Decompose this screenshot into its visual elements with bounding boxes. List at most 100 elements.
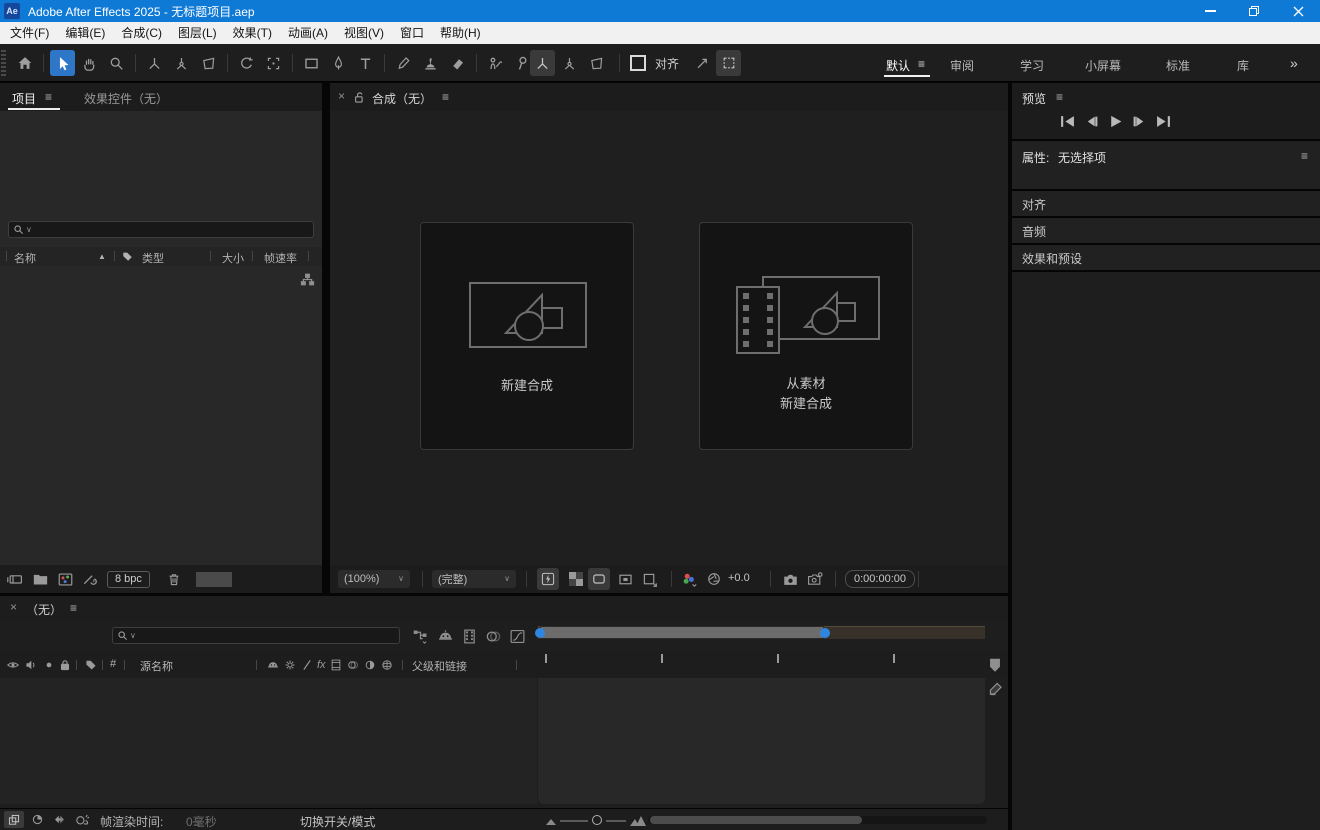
play-icon[interactable]	[1108, 115, 1123, 128]
world-axis-mode[interactable]	[557, 50, 582, 76]
comp-mini-flowchart-icon[interactable]	[412, 628, 429, 645]
menu-layer[interactable]: 图层(L)	[170, 22, 225, 44]
3d-layer-icon[interactable]	[380, 658, 394, 672]
align-panel-header[interactable]: 对齐	[1012, 191, 1320, 218]
clone-stamp-tool[interactable]	[418, 50, 443, 76]
tab-project[interactable]: 项目	[12, 90, 36, 107]
first-frame-icon[interactable]	[1060, 115, 1075, 128]
frame-blend-switch-icon[interactable]	[329, 658, 343, 672]
menu-help[interactable]: 帮助(H)	[432, 22, 489, 44]
minimize-button[interactable]	[1188, 0, 1232, 22]
adjustment-layer-icon[interactable]	[363, 658, 377, 672]
pan-camera-tool[interactable]	[169, 50, 194, 76]
comp-panel-title[interactable]: 合成（无）	[372, 90, 432, 107]
work-area-end-handle[interactable]	[820, 628, 830, 638]
new-folder-icon[interactable]	[32, 572, 49, 587]
fast-preview-button[interactable]	[537, 568, 559, 590]
motion-blur-icon[interactable]	[485, 628, 502, 645]
pen-tool[interactable]	[326, 50, 351, 76]
new-comp-from-footage-card[interactable]: 从素材 新建合成	[699, 222, 913, 450]
transparency-grid-icon[interactable]	[568, 571, 584, 587]
dolly-camera-tool[interactable]	[196, 50, 221, 76]
menu-view[interactable]: 视图(V)	[336, 22, 392, 44]
work-area-start-handle[interactable]	[535, 628, 545, 638]
workspace-tab-standard[interactable]: 标准	[1166, 57, 1190, 74]
menu-effect[interactable]: 效果(T)	[225, 22, 280, 44]
timeline-hscrollbar-track[interactable]	[648, 816, 987, 824]
sort-ascending-icon[interactable]: ▲	[98, 252, 106, 261]
zoom-slider-track-right[interactable]	[606, 820, 626, 822]
frame-blending-icon[interactable]	[461, 628, 478, 645]
column-size[interactable]: 大小	[222, 250, 244, 266]
solo-icon[interactable]	[42, 658, 56, 672]
column-frame-rate[interactable]: 帧速率	[264, 250, 297, 266]
zoom-slider-handle[interactable]	[592, 815, 602, 825]
delete-trash-icon[interactable]	[166, 571, 182, 587]
layer-switches-pane-toggle[interactable]	[4, 811, 24, 828]
text-tool[interactable]	[353, 50, 378, 76]
magnification-dropdown[interactable]: (100%) ∨	[338, 570, 410, 588]
next-frame-icon[interactable]	[1132, 115, 1147, 128]
label-tag-icon[interactable]	[84, 658, 98, 672]
last-frame-icon[interactable]	[1156, 115, 1171, 128]
local-axis-mode[interactable]	[530, 50, 555, 76]
render-time-snail-icon[interactable]	[74, 812, 90, 827]
timecode-display[interactable]: 0:00:00:00	[845, 570, 915, 588]
work-area-active[interactable]	[540, 626, 824, 639]
timeline-lane-area[interactable]	[538, 678, 985, 804]
snap-checkbox[interactable]	[630, 55, 646, 71]
project-flowchart-icon[interactable]	[300, 272, 315, 287]
resolution-dropdown[interactable]: (完整) ∨	[432, 570, 516, 588]
project-hscrollbar-thumb[interactable]	[196, 572, 232, 587]
exposure-value[interactable]: +0.0	[728, 572, 750, 584]
work-area-track[interactable]	[538, 626, 985, 639]
transfer-controls-toggle-icon[interactable]	[30, 812, 45, 827]
project-search-input[interactable]	[34, 223, 309, 237]
lock-icon[interactable]	[353, 91, 366, 104]
timeline-menu-icon[interactable]: ≡	[70, 601, 77, 615]
comp-marker-bin-icon[interactable]	[986, 655, 1004, 675]
preview-panel-title[interactable]: 预览	[1022, 90, 1046, 107]
lock-column-icon[interactable]	[58, 658, 72, 672]
hand-tool[interactable]	[77, 50, 102, 76]
column-type[interactable]: 类型	[142, 250, 164, 266]
shy-layers-icon[interactable]	[437, 628, 454, 645]
comp-panel-menu-icon[interactable]: ≡	[442, 90, 449, 104]
tab-effect-controls[interactable]: 效果控件（无）	[84, 90, 168, 107]
in-out-panes-toggle-icon[interactable]	[52, 812, 67, 827]
time-ruler[interactable]	[538, 652, 985, 678]
search-options-chevron-icon[interactable]: ∨	[130, 632, 136, 640]
new-composition-card[interactable]: 新建合成	[420, 222, 634, 450]
selection-tool[interactable]	[50, 50, 75, 76]
workspace-tab-default[interactable]: 默认	[886, 57, 910, 74]
restore-button[interactable]	[1232, 0, 1276, 22]
previous-frame-icon[interactable]	[1084, 115, 1099, 128]
menu-composition[interactable]: 合成(C)	[113, 22, 170, 44]
project-panel-menu-icon[interactable]: ≡	[45, 90, 52, 104]
shy-switch-icon[interactable]	[266, 658, 280, 672]
toggle-switches-modes-button[interactable]: 切换开关/模式	[300, 813, 375, 830]
interpret-footage-icon[interactable]	[6, 571, 24, 587]
mask-visibility-button[interactable]	[716, 50, 741, 76]
camera-tool[interactable]	[261, 50, 286, 76]
exposure-shutter-icon[interactable]	[706, 571, 722, 587]
workspace-overflow-icon[interactable]: »	[1290, 55, 1298, 71]
search-options-chevron-icon[interactable]: ∨	[26, 226, 32, 234]
zoom-tool[interactable]	[104, 50, 129, 76]
channel-rgb-icon[interactable]	[680, 570, 698, 588]
label-tag-icon[interactable]	[121, 250, 134, 263]
snap-arrow-button[interactable]	[689, 50, 714, 76]
menu-window[interactable]: 窗口	[392, 22, 432, 44]
collapse-transformations-icon[interactable]	[283, 658, 297, 672]
effects-fx-icon[interactable]: fx	[317, 659, 326, 671]
toolbar-grip[interactable]	[1, 50, 6, 76]
comp-marker-button-icon[interactable]	[987, 680, 1004, 697]
effects-presets-panel-header[interactable]: 效果和预设	[1012, 245, 1320, 272]
bit-depth-button[interactable]: 8 bpc	[107, 571, 150, 588]
snapshot-camera-icon[interactable]	[782, 572, 799, 587]
workspace-menu-icon[interactable]: ≡	[918, 57, 925, 71]
orbit-camera-tool[interactable]	[142, 50, 167, 76]
column-source-name[interactable]: 源名称	[140, 658, 173, 674]
rotation-tool[interactable]	[234, 50, 259, 76]
home-button[interactable]	[12, 50, 37, 76]
